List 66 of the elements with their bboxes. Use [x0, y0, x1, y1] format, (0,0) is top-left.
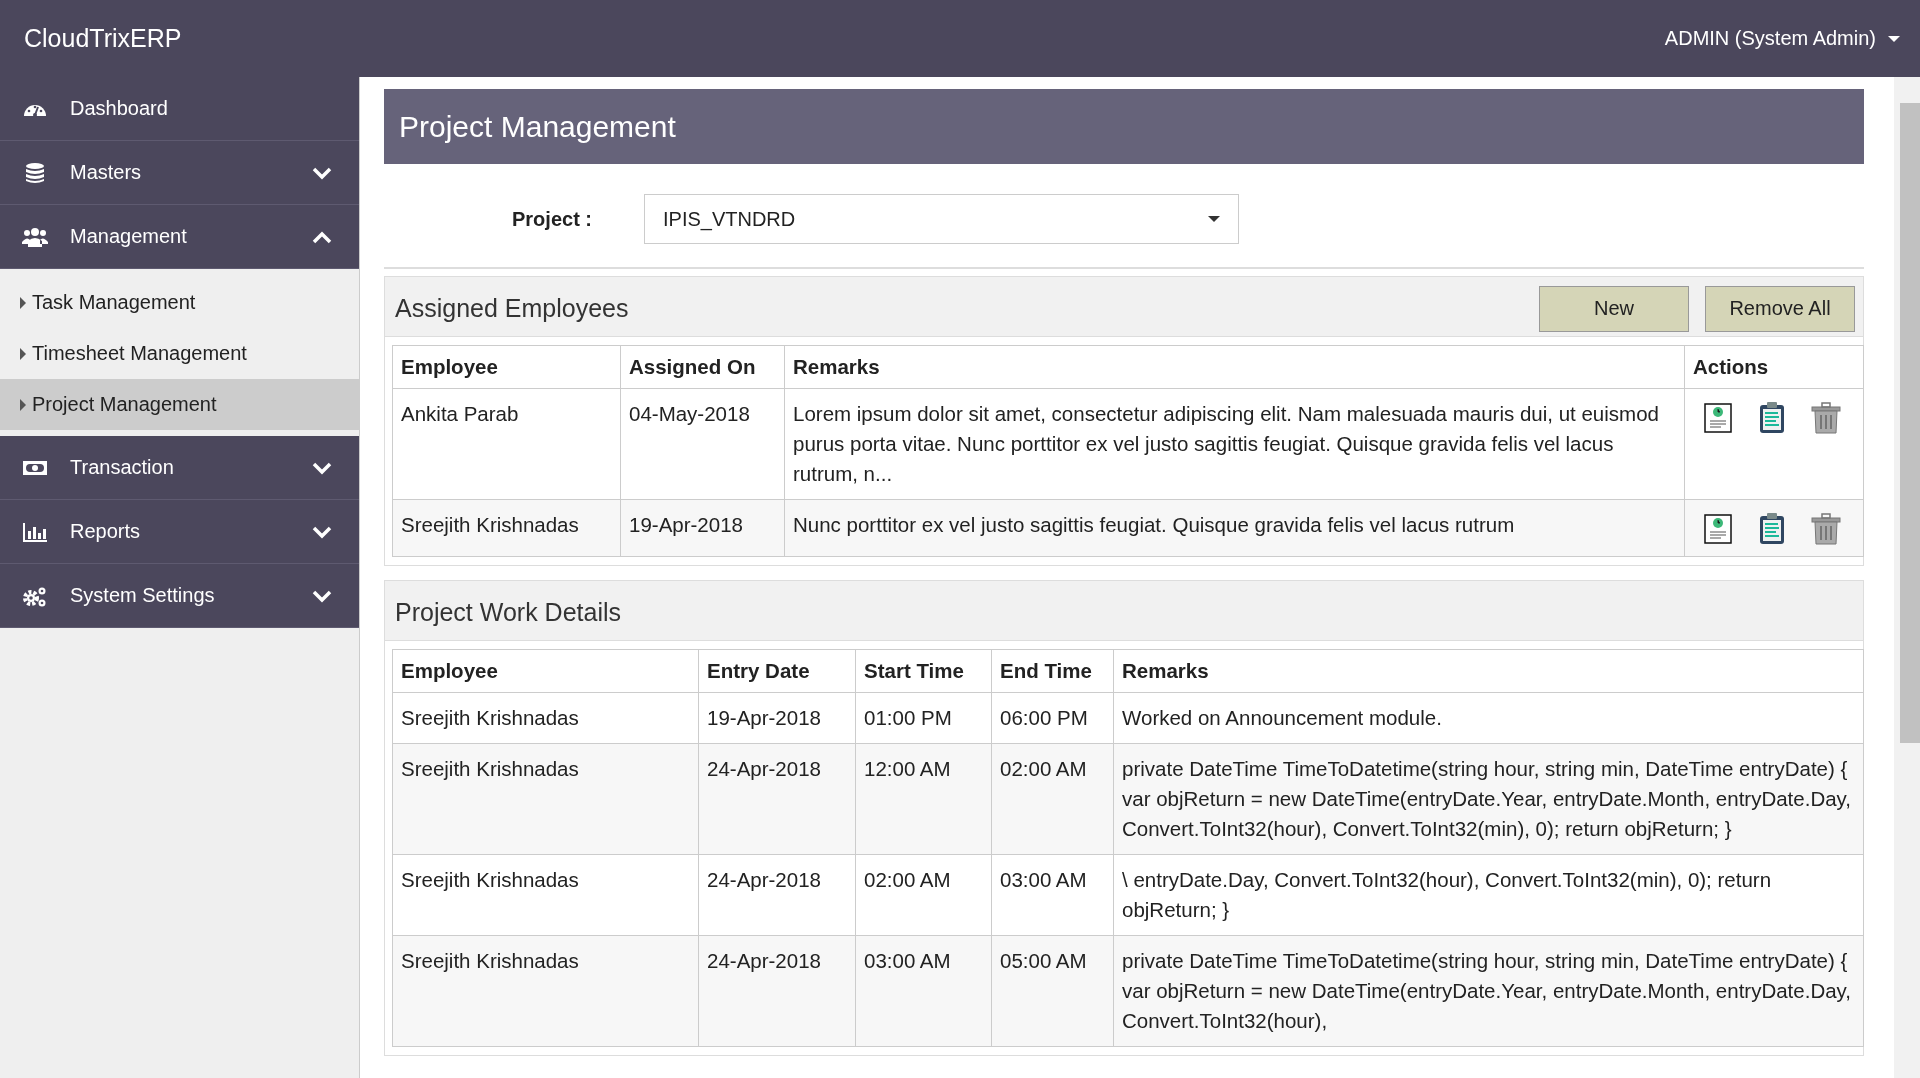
- panel-title: Project Work Details: [395, 598, 621, 627]
- table-cell: 02:00 AM: [991, 743, 1114, 855]
- table-cell: Sreejith Krishnadas: [392, 692, 699, 744]
- table-cell: \ entryDate.Day, Convert.ToInt32(hour), Convert.ToInt32(min), 0); return objReturn; }: [1113, 854, 1864, 936]
- caret-icon: [20, 347, 26, 360]
- document-clock-icon[interactable]: [1701, 401, 1735, 435]
- table-cell: Ankita Parab: [392, 388, 621, 500]
- column-header: End Time: [991, 649, 1114, 693]
- scrollbar-thumb[interactable]: [1900, 103, 1920, 743]
- field-label: Project :: [512, 207, 594, 231]
- sidebar-item[interactable]: Management: [0, 205, 359, 269]
- users-icon: [22, 225, 48, 248]
- sidebar-item[interactable]: Dashboard: [0, 77, 359, 141]
- table-cell: 03:00 AM: [855, 935, 992, 1047]
- table-cell: 02:00 AM: [855, 854, 992, 936]
- table-cell: 05:00 AM: [991, 935, 1114, 1047]
- table-cell: 24-Apr-2018: [698, 854, 856, 936]
- table-cell: 19-Apr-2018: [620, 499, 785, 557]
- caret-icon: [20, 296, 26, 309]
- table-cell: 19-Apr-2018: [698, 692, 856, 744]
- column-header: Employee: [392, 345, 621, 389]
- column-header: Entry Date: [698, 649, 856, 693]
- table-cell: 03:00 AM: [991, 854, 1114, 936]
- trash-icon[interactable]: [1809, 512, 1843, 546]
- table-cell: Sreejith Krishnadas: [392, 499, 621, 557]
- new-button[interactable]: New: [1539, 285, 1689, 332]
- caret-icon: [1208, 216, 1220, 222]
- column-header: Start Time: [855, 649, 992, 693]
- table-cell: 24-Apr-2018: [698, 935, 856, 1047]
- sidebar-item[interactable]: Masters: [0, 141, 359, 205]
- table-cell: Sreejith Krishnadas: [392, 743, 699, 855]
- scrollbar[interactable]: [1894, 77, 1920, 1078]
- project-dropdown[interactable]: IPIS_VTNDRD: [644, 194, 1239, 244]
- table-cell: 01:00 PM: [855, 692, 992, 744]
- submenu-item[interactable]: Task Management: [0, 277, 359, 328]
- sidebar-item[interactable]: Transaction: [0, 436, 359, 500]
- column-header: Actions: [1684, 345, 1864, 389]
- submenu-item[interactable]: Timesheet Management: [0, 328, 359, 379]
- table-cell: 04-May-2018: [620, 388, 785, 500]
- table-cell: 24-Apr-2018: [698, 743, 856, 855]
- table-cell: private DateTime TimeToDatetime(string hour, string min, DateTime entryDate) { var objReturn = new DateTime(entryDate.Year, entryDate.Month, entryDate.Day, Convert.ToInt32(hour),: [1113, 935, 1864, 1047]
- app-title: CloudTrixERP: [24, 24, 182, 53]
- bar-chart-icon: [22, 520, 48, 543]
- user-menu[interactable]: ADMIN (System Admin): [1664, 27, 1900, 50]
- document-clock-icon[interactable]: [1701, 512, 1735, 546]
- submenu-item[interactable]: Project Management: [0, 379, 359, 430]
- table-cell: Nunc porttitor ex vel justo sagittis feugiat. Quisque gravida felis vel lacus rutrum: [784, 499, 1685, 557]
- caret-icon: [1888, 35, 1900, 42]
- column-header: Employee: [392, 649, 699, 693]
- column-header: Remarks: [784, 345, 1685, 389]
- table-cell: Worked on Announcement module.: [1113, 692, 1864, 744]
- table-cell: Lorem ipsum dolor sit amet, consectetur adipiscing elit. Nam malesuada mauris dui, ut euismod purus porta vitae. Nunc porttitor ex vel justo sagittis feugiat. Quisque gravida felis vel lacus rutrum, n...: [784, 388, 1685, 500]
- column-header: Assigned On: [620, 345, 785, 389]
- trash-icon[interactable]: [1809, 401, 1843, 435]
- page-title: Project Management: [384, 89, 1864, 164]
- column-header: Remarks: [1113, 649, 1864, 693]
- table-cell: private DateTime TimeToDatetime(string hour, string min, DateTime entryDate) { var objReturn = new DateTime(entryDate.Year, entryDate.Month, entryDate.Day, Convert.ToInt32(hour), Convert.ToInt32(min), 0); return objReturn; }: [1113, 743, 1864, 855]
- panel-title: Assigned Employees: [395, 294, 629, 323]
- table-cell: 12:00 AM: [855, 743, 992, 855]
- table-cell: Sreejith Krishnadas: [392, 854, 699, 936]
- remove-all-button[interactable]: Remove All: [1705, 285, 1855, 332]
- sidebar-item[interactable]: System Settings: [0, 564, 359, 628]
- table-cell: Sreejith Krishnadas: [392, 935, 699, 1047]
- table-cell: 06:00 PM: [991, 692, 1114, 744]
- caret-icon: [20, 398, 26, 411]
- sidebar-item[interactable]: Reports: [0, 500, 359, 564]
